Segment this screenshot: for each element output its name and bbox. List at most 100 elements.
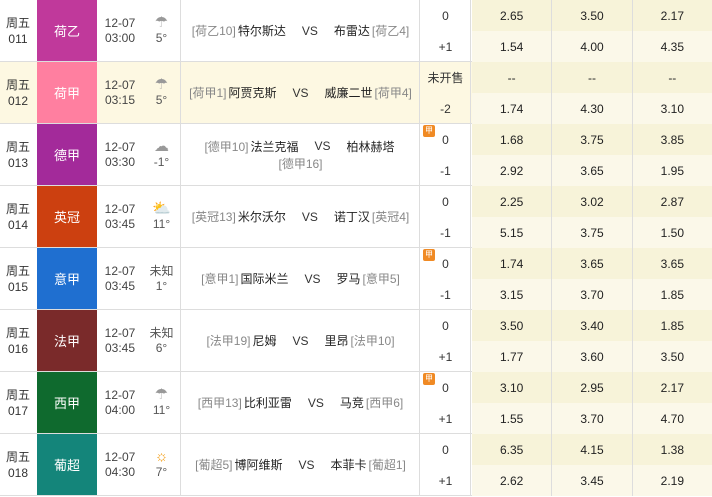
league-badge[interactable]: 葡超	[37, 434, 97, 495]
odds-win-button[interactable]: 5.15	[472, 217, 553, 248]
kickoff-time: 12-07 03:45	[97, 248, 143, 309]
odds-draw-button[interactable]: 3.02	[552, 186, 633, 217]
league-badge[interactable]: 荷乙	[37, 0, 97, 61]
odds-lose-button[interactable]: 3.85	[632, 124, 712, 155]
odds-lose-button[interactable]: 3.50	[632, 341, 712, 372]
home-team-link[interactable]: 博阿维斯	[234, 456, 282, 473]
match-row[interactable]: 周五 017 西甲 12-07 04:00 ☂ 11° [西甲13] 比利亚雷 …	[0, 372, 712, 434]
away-team-link[interactable]: 里昂	[325, 332, 349, 349]
vs-label: VS	[292, 333, 309, 348]
league-badge[interactable]: 西甲	[37, 372, 97, 433]
odds-draw-button[interactable]: 3.40	[552, 310, 633, 341]
match-row[interactable]: 周五 012 荷甲 12-07 03:15 ☂ 5° [荷甲1] 阿贾克斯 VS…	[0, 62, 712, 124]
odds-lose-button[interactable]: --	[632, 62, 712, 93]
weather-cell: 未知 6°	[143, 310, 181, 371]
odds-win-button[interactable]: 1.68	[472, 124, 553, 155]
odds-lose-button[interactable]: 2.17	[632, 0, 712, 31]
home-team-link[interactable]: 尼姆	[252, 332, 276, 349]
odds-draw-button[interactable]: 3.75	[552, 124, 633, 155]
odds-draw-button[interactable]: 3.70	[552, 279, 633, 310]
home-team-link[interactable]: 阿贾克斯	[228, 84, 276, 101]
weather-cell: ⛅ 11°	[143, 186, 181, 247]
odds-draw-button[interactable]: 3.45	[552, 465, 633, 496]
odds-lose-button[interactable]: 4.70	[632, 403, 712, 434]
odds-draw-button[interactable]: 3.60	[552, 341, 633, 372]
odds-row-standard: 6.35 4.15 1.38	[472, 434, 712, 466]
odds-lose-button[interactable]: 1.85	[632, 310, 712, 341]
away-team-link[interactable]: 布雷达	[334, 22, 370, 39]
match-teams: [法甲19] 尼姆 VS 里昂 [法甲10]	[182, 310, 420, 371]
odds-draw-button[interactable]: 4.15	[552, 434, 633, 465]
odds-draw-button[interactable]: 2.95	[552, 372, 633, 403]
away-team-link[interactable]: 马竞	[340, 394, 364, 411]
match-row[interactable]: 周五 018 葡超 12-07 04:30 ☼ 7° [葡超5] 博阿维斯 VS…	[0, 434, 712, 496]
kickoff-time: 12-07 03:15	[97, 62, 143, 123]
handicap-none: 0	[442, 132, 449, 147]
odds-lose-button[interactable]: 2.17	[632, 372, 712, 403]
odds-win-button[interactable]: 3.15	[472, 279, 553, 310]
league-badge[interactable]: 法甲	[37, 310, 97, 371]
odds-win-button[interactable]: 2.65	[472, 0, 553, 31]
weather-unknown-label: 未知	[149, 325, 174, 340]
match-table: 周五 011 荷乙 12-07 03:00 ☂ 5° [荷乙10] 特尔斯达 V…	[0, 0, 712, 496]
odds-lose-button[interactable]: 2.19	[632, 465, 712, 496]
odds-draw-button[interactable]: 4.30	[552, 93, 633, 124]
match-row[interactable]: 周五 015 意甲 12-07 03:45 未知 1° [意甲1] 国际米兰 V…	[0, 248, 712, 310]
kickoff-time: 12-07 03:00	[97, 0, 143, 61]
handicap-value: -2	[440, 101, 451, 116]
odds-lose-button[interactable]: 2.87	[632, 186, 712, 217]
odds-win-button[interactable]: 3.10	[472, 372, 553, 403]
handicap-cell: 甲 0 +1	[421, 372, 471, 433]
odds-lose-button[interactable]: 3.65	[632, 248, 712, 279]
odds-lose-button[interactable]: 3.10	[632, 93, 712, 124]
home-team-link[interactable]: 国际米兰	[240, 270, 288, 287]
away-team-link[interactable]: 罗马	[337, 270, 361, 287]
odds-lose-button[interactable]: 1.50	[632, 217, 712, 248]
odds-draw-button[interactable]: 4.00	[552, 31, 633, 62]
odds-lose-button[interactable]: 1.38	[632, 434, 712, 465]
away-team-link[interactable]: 本菲卡	[331, 456, 367, 473]
odds-win-button[interactable]: 1.74	[472, 248, 553, 279]
odds-win-button[interactable]: --	[472, 62, 553, 93]
odds-draw-button[interactable]: --	[552, 62, 633, 93]
league-badge[interactable]: 英冠	[37, 186, 97, 247]
odds-draw-button[interactable]: 3.50	[552, 0, 633, 31]
home-team-link[interactable]: 特尔斯达	[238, 22, 286, 39]
away-team-link[interactable]: 诺丁汉	[334, 208, 370, 225]
home-team-link[interactable]: 法兰克福	[250, 138, 298, 155]
odds-draw-button[interactable]: 3.70	[552, 403, 633, 434]
away-team-link[interactable]: 威廉二世	[325, 84, 373, 101]
odds-draw-button[interactable]: 3.65	[552, 248, 633, 279]
odds-lose-button[interactable]: 1.85	[632, 279, 712, 310]
league-badge[interactable]: 意甲	[37, 248, 97, 309]
odds-lose-button[interactable]: 4.35	[632, 31, 712, 62]
away-team-link[interactable]: 柏林赫塔	[347, 138, 395, 155]
temperature: 7°	[155, 465, 168, 479]
match-row[interactable]: 周五 013 德甲 12-07 03:30 ☁ -1° [德甲10] 法兰克福 …	[0, 124, 712, 186]
match-row[interactable]: 周五 011 荷乙 12-07 03:00 ☂ 5° [荷乙10] 特尔斯达 V…	[0, 0, 712, 62]
home-team-link[interactable]: 比利亚雷	[244, 394, 292, 411]
odds-win-button[interactable]: 2.92	[472, 155, 553, 186]
odds-lose-button[interactable]: 1.95	[632, 155, 712, 186]
league-name: 葡超	[53, 458, 80, 473]
odds-draw-button[interactable]: 3.65	[552, 155, 633, 186]
odds-win-button[interactable]: 6.35	[472, 434, 553, 465]
odds-win-button[interactable]: 1.54	[472, 31, 553, 62]
home-team-link[interactable]: 米尔沃尔	[238, 208, 286, 225]
league-badge[interactable]: 荷甲	[37, 62, 97, 123]
match-row[interactable]: 周五 014 英冠 12-07 03:45 ⛅ 11° [英冠13] 米尔沃尔 …	[0, 186, 712, 248]
temperature: 11°	[152, 403, 171, 417]
odds-win-button[interactable]: 1.77	[472, 341, 553, 372]
match-time: 03:45	[104, 278, 136, 293]
odds-win-button[interactable]: 3.50	[472, 310, 553, 341]
league-badge[interactable]: 德甲	[37, 124, 97, 185]
odds-row-standard: 2.65 3.50 2.17	[472, 0, 712, 32]
match-date: 12-07	[104, 15, 136, 30]
odds-win-button[interactable]: 2.62	[472, 465, 553, 496]
odds-draw-button[interactable]: 3.75	[552, 217, 633, 248]
odds-win-button[interactable]: 1.55	[472, 403, 553, 434]
match-id: 周五 013	[0, 124, 36, 185]
match-row[interactable]: 周五 016 法甲 12-07 03:45 未知 6° [法甲19] 尼姆 VS…	[0, 310, 712, 372]
odds-win-button[interactable]: 2.25	[472, 186, 553, 217]
odds-win-button[interactable]: 1.74	[472, 93, 553, 124]
